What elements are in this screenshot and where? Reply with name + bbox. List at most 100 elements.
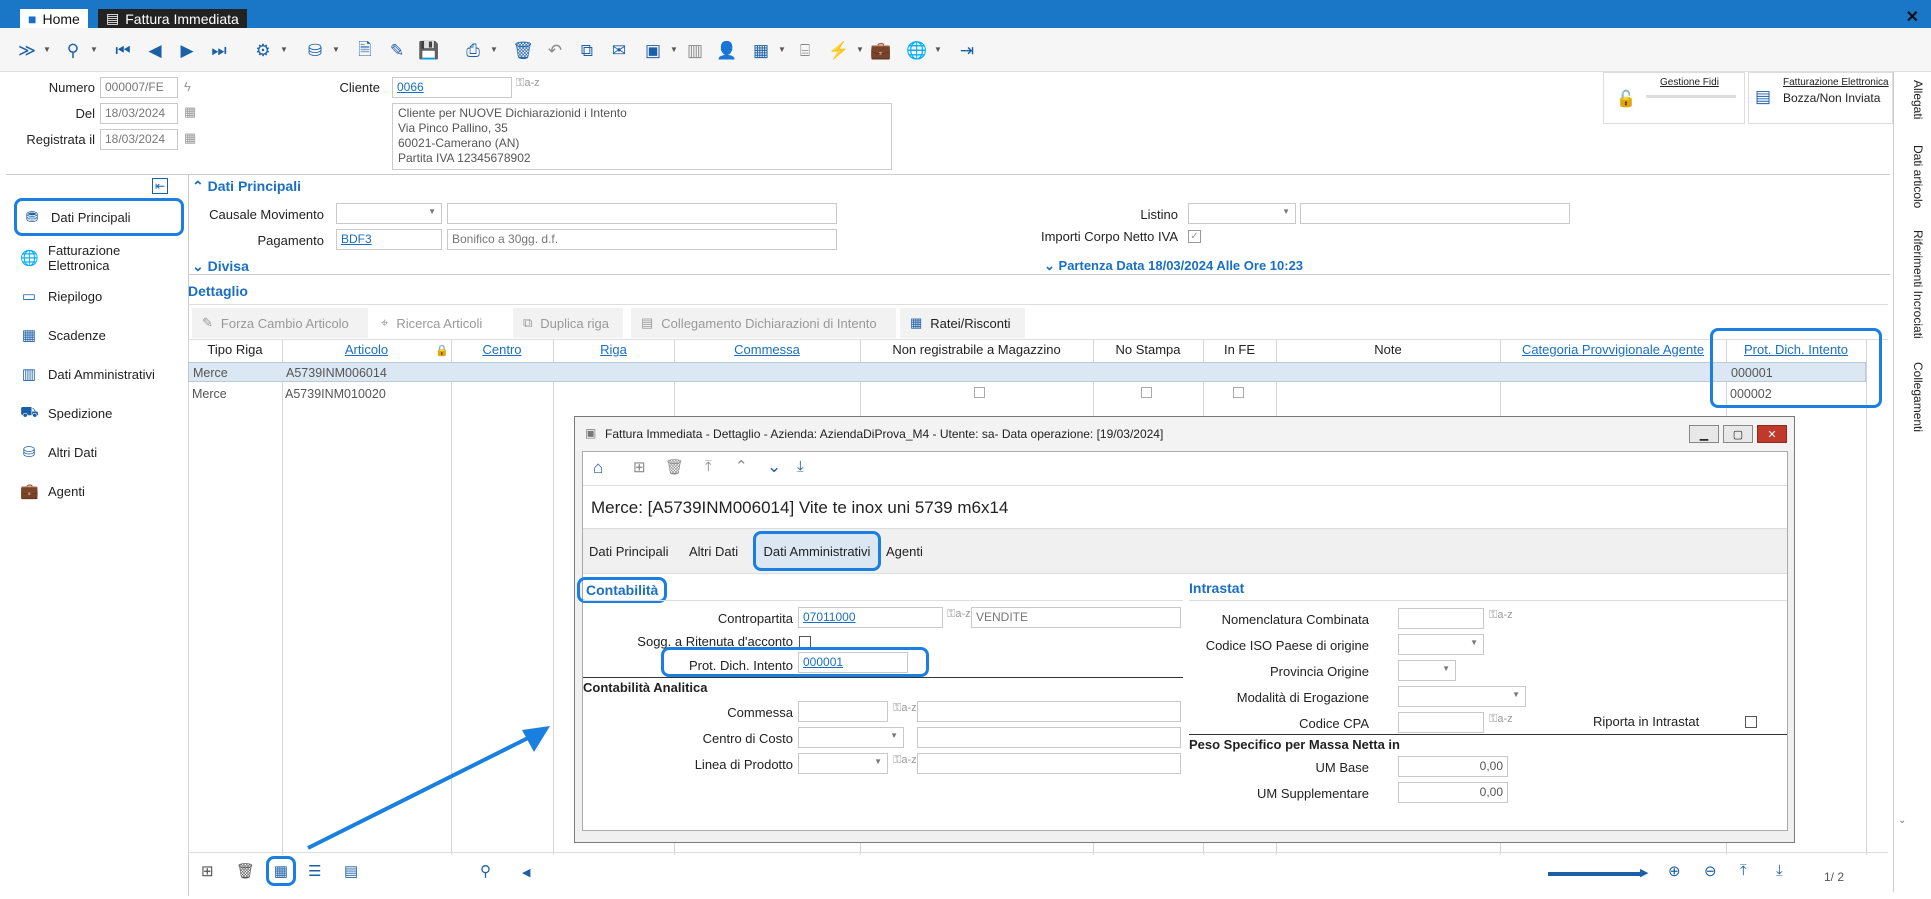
sidebar-item-riepilogo[interactable]: ▭ Riepilogo <box>14 280 184 312</box>
calendar-tool-icon[interactable]: ⌸ <box>792 38 818 64</box>
linea-prodotto-select[interactable]: ▼ <box>798 753 888 774</box>
commessa-field[interactable] <box>798 701 888 722</box>
listino-desc-field[interactable] <box>1300 203 1570 224</box>
new-document-icon[interactable]: 🗎 <box>352 38 378 64</box>
causale-select[interactable]: ▼ <box>336 203 442 224</box>
centro-costo-select[interactable]: ▼ <box>798 727 904 748</box>
sidebar-item-spedizione[interactable]: ⛟ Spedizione <box>14 397 184 429</box>
grid-view-icon[interactable]: ▦ <box>266 856 296 886</box>
tab-collegamenti[interactable]: Collegamenti <box>1911 362 1925 432</box>
first-icon[interactable]: ⤒ <box>705 458 712 475</box>
forza-cambio-button[interactable]: ✎ Forza Cambio Articolo <box>192 308 368 338</box>
duplica-riga-button[interactable]: ⧉ Duplica riga <box>513 308 623 338</box>
exit-icon[interactable]: ⇥ <box>954 38 980 64</box>
user-icon[interactable]: 👤 <box>714 38 740 64</box>
table-row[interactable]: Merce A5739INM010020 000002 <box>188 384 1866 404</box>
key-icon[interactable]: ⚿a-z <box>893 702 917 715</box>
collegamento-dichiarazioni-button[interactable]: ▤ Collegamento Dichiarazioni di Intento <box>631 308 896 338</box>
column-riga[interactable]: Riga <box>553 342 674 360</box>
tab-dati-principali[interactable]: Dati Principali <box>589 544 668 559</box>
tools-icon[interactable]: ⚙ <box>250 38 276 64</box>
gestione-fidi-panel[interactable]: 🔓 Gestione Fidi <box>1603 72 1745 124</box>
last-icon[interactable]: ⤓ <box>797 458 804 475</box>
divisa-header[interactable]: ⌄ Divisa <box>192 258 249 275</box>
globe-icon[interactable]: 🌐 <box>904 38 930 64</box>
causale-desc-field[interactable] <box>447 203 837 224</box>
zoom-in-icon[interactable]: ⊕ <box>1668 862 1681 880</box>
modalita-erogazione-select[interactable]: ▼ <box>1398 686 1526 707</box>
fatturazione-elettronica-panel[interactable]: ▤ Fatturazione Elettronica Bozza/Non Inv… <box>1748 72 1893 124</box>
pagamento-code-field[interactable]: BDF3 <box>336 229 442 250</box>
previous-record-icon[interactable]: ◀ <box>142 38 168 64</box>
key-icon[interactable]: ⚿a-z <box>947 608 971 621</box>
search-icon[interactable]: ⚲ <box>480 862 491 880</box>
scroll-down-icon[interactable]: ⌄ <box>1898 815 1906 826</box>
no-stampa-checkbox[interactable] <box>1141 387 1152 398</box>
cliente-code-field[interactable]: 0066 <box>392 77 512 98</box>
sidebar-item-scadenze[interactable]: ▦ Scadenze <box>14 319 184 351</box>
close-button[interactable]: ✕ <box>1757 425 1787 443</box>
horizontal-scrollbar[interactable] <box>1548 872 1640 876</box>
tab-altri-dati[interactable]: Altri Dati <box>689 544 738 559</box>
collapse-icon[interactable]: ≫ <box>14 38 40 64</box>
prot-dich-intento-field[interactable]: 000001 <box>798 652 908 673</box>
lightning-icon[interactable]: ϟ <box>184 79 191 94</box>
detail-view-icon[interactable]: ▤ <box>344 862 358 880</box>
last-page-icon[interactable]: ⤓ <box>1776 862 1783 879</box>
column-commessa[interactable]: Commessa <box>674 342 860 360</box>
del-date-field[interactable]: 18/03/2024 <box>100 103 178 124</box>
column-note[interactable]: Note <box>1276 342 1500 360</box>
column-categoria-provvigionale[interactable]: Categoria Provvigionale Agente <box>1500 342 1726 360</box>
listino-select[interactable]: ▼ <box>1188 203 1296 224</box>
barcode-icon[interactable]: ▥ <box>682 38 708 64</box>
save-icon[interactable]: 💾 <box>416 38 442 64</box>
numero-field[interactable]: 000007/FE <box>100 77 178 98</box>
next-record-icon[interactable]: ▶ <box>174 38 200 64</box>
tab-dati-amministrativi[interactable]: Dati Amministrativi <box>753 531 881 571</box>
chevron-up-icon[interactable]: ⌃ <box>735 457 748 475</box>
mail-icon[interactable]: ✉ <box>606 38 632 64</box>
collapse-sidebar-icon[interactable]: ⇤ <box>152 178 169 194</box>
tab-allegati[interactable]: Allegati <box>1911 80 1925 119</box>
maximize-button[interactable]: ▢ <box>1723 425 1753 443</box>
dati-principali-header[interactable]: ⌃ Dati Principali <box>192 178 301 195</box>
close-icon[interactable]: ✕ <box>1906 7 1919 27</box>
um-base-field[interactable]: 0,00 <box>1398 756 1508 777</box>
partenza-header[interactable]: ⌄ Partenza Data 18/03/2024 Alle Ore 10:2… <box>1044 258 1303 274</box>
tab-home[interactable]: ■ Home <box>20 9 88 28</box>
key-icon[interactable]: ⚿a-z <box>516 77 540 90</box>
copy-icon[interactable]: ⧉ <box>574 38 600 64</box>
grid-icon[interactable]: ▦ <box>748 38 774 64</box>
table-row[interactable]: Merce A5739INM006014 000001 <box>188 362 1866 382</box>
delete-icon[interactable]: 🗑 <box>510 38 536 64</box>
um-supplementare-field[interactable]: 0,00 <box>1398 782 1508 803</box>
zoom-out-icon[interactable]: ⊖ <box>1704 862 1717 880</box>
provincia-origine-select[interactable]: ▼ <box>1398 660 1456 681</box>
importi-netto-checkbox[interactable]: ✓ <box>1188 230 1201 243</box>
key-icon[interactable]: ⚿a-z <box>893 754 917 767</box>
search-icon[interactable]: ⚲ <box>60 38 86 64</box>
tab-dati-articolo[interactable]: Dati articolo <box>1911 145 1925 208</box>
attach-document-icon[interactable]: ▣ <box>640 38 666 64</box>
undo-icon[interactable]: ↶ <box>542 38 568 64</box>
first-page-icon[interactable]: ⤒ <box>1740 862 1747 879</box>
database-icon[interactable]: ⛁ <box>302 38 328 64</box>
scroll-left-icon[interactable]: ◀ <box>522 866 530 879</box>
registrata-date-field[interactable]: 18/03/2024 <box>100 129 178 150</box>
sidebar-item-fatturazione-elettronica[interactable]: 🌐 Fatturazione Elettronica <box>14 242 184 274</box>
delete-row-icon[interactable]: 🗑 <box>236 862 255 880</box>
sidebar-item-altri-dati[interactable]: ⛁ Altri Dati <box>14 436 184 468</box>
list-view-icon[interactable]: ☰ <box>308 862 321 880</box>
lightning-icon[interactable]: ⚡ <box>826 38 852 64</box>
delete-icon[interactable]: 🗑 <box>665 458 684 476</box>
first-record-icon[interactable]: ⏮ <box>110 38 136 64</box>
linea-prodotto-desc-field[interactable] <box>917 753 1181 774</box>
print-icon[interactable]: ⎙ <box>460 38 486 64</box>
in-fe-checkbox[interactable] <box>1233 387 1244 398</box>
last-record-icon[interactable]: ⏭ <box>206 38 232 64</box>
commessa-desc-field[interactable] <box>917 701 1181 722</box>
tab-riferimenti-incrociati[interactable]: Riferimenti Incrociati <box>1911 230 1925 339</box>
sidebar-item-dati-principali[interactable]: ⛃ Dati Principali <box>14 198 184 236</box>
add-icon[interactable]: ⊞ <box>633 458 646 476</box>
contropartita-desc-field[interactable]: VENDITE <box>971 607 1181 628</box>
